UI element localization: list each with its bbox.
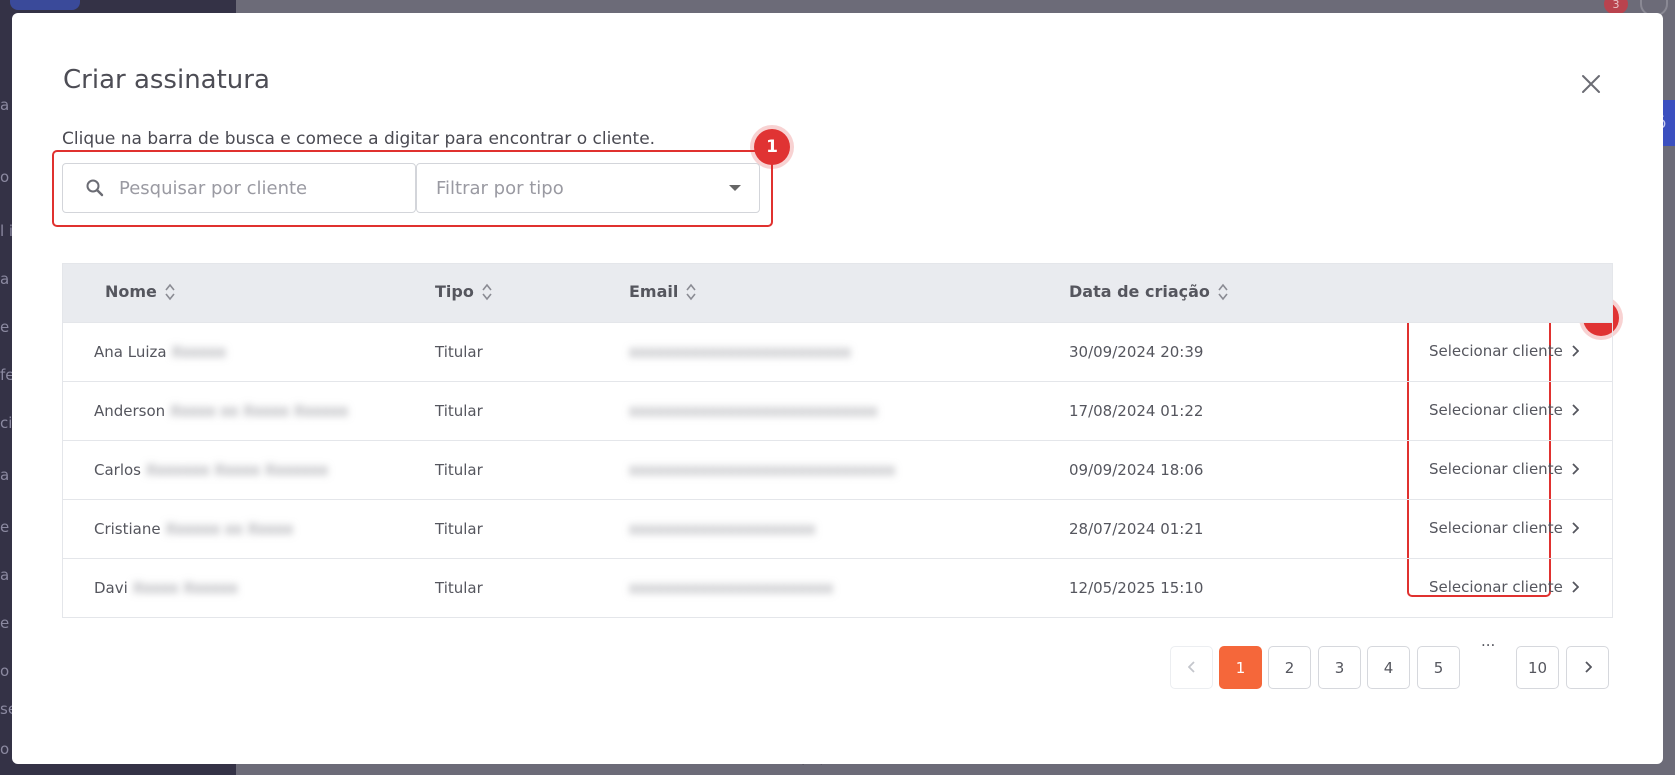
chevron-right-icon — [1572, 345, 1579, 357]
chevron-right-icon — [1572, 581, 1579, 593]
client-created-date: 30/09/2024 20:39 — [1069, 343, 1204, 361]
type-filter-placeholder: Filtrar por tipo — [436, 178, 564, 199]
background-sidebar-fragment: a — [0, 466, 10, 484]
select-client-link[interactable]: Selecionar cliente — [1429, 519, 1579, 537]
column-header-name[interactable]: Nome — [105, 282, 175, 301]
client-type: Titular — [435, 461, 483, 479]
caret-down-icon — [729, 185, 741, 191]
search-field[interactable] — [62, 163, 416, 213]
chevron-left-icon — [1187, 661, 1195, 673]
page-button-5[interactable]: 5 — [1417, 646, 1460, 689]
close-icon — [1582, 75, 1600, 93]
redacted-surname: Xxxxxx xx Xxxxx — [165, 520, 294, 538]
client-first-name: Cristiane — [94, 520, 161, 538]
redacted-surname: Xxxxxx — [171, 343, 227, 361]
client-created-date: 09/09/2024 18:06 — [1069, 461, 1204, 479]
redacted-email: xxxxxxxxxxxxxxxxxxxxxxxxxxxxxx — [629, 461, 896, 479]
client-name: Ana Luiza Xxxxxx — [94, 343, 226, 361]
table-row: Anderson Xxxxx xx Xxxxx Xxxxxx Titular x… — [63, 381, 1612, 440]
table-row: Davi Xxxxx Xxxxxx Titular xxxxxxxxxxxxxx… — [63, 558, 1612, 617]
chevron-right-icon — [1572, 463, 1579, 475]
page-button-4[interactable]: 4 — [1367, 646, 1410, 689]
modal-title: Criar assinatura — [63, 65, 270, 95]
background-sidebar-fragment: e — [0, 518, 10, 536]
client-name: Cristiane Xxxxxx xx Xxxxx — [94, 520, 293, 538]
previous-page-button[interactable] — [1170, 646, 1213, 689]
table-header: Nome Tipo Email Data de criação — [63, 264, 1612, 322]
select-client-label: Selecionar cliente — [1429, 519, 1563, 537]
select-client-link[interactable]: Selecionar cliente — [1429, 342, 1579, 360]
sort-icon — [686, 283, 696, 300]
page-button-1[interactable]: 1 — [1219, 646, 1262, 689]
column-header-label: Nome — [105, 282, 157, 301]
background-sidebar-fragment: o — [0, 662, 10, 680]
pagination-ellipsis: ... — [1481, 632, 1496, 650]
chevron-right-icon — [1572, 404, 1579, 416]
background-sidebar-fragment: ci — [0, 414, 13, 432]
background-sidebar-fragment: a — [0, 270, 10, 288]
redacted-email: xxxxxxxxxxxxxxxxxxxxxxxxxxxx — [629, 402, 878, 420]
background-sidebar-fragment: a — [0, 96, 10, 114]
sort-icon — [1218, 283, 1228, 300]
instruction-text: Clique na barra de busca e comece a digi… — [62, 129, 656, 149]
column-header-created[interactable]: Data de criação — [1069, 282, 1228, 301]
column-header-label: Email — [629, 282, 679, 301]
table-row: Cristiane Xxxxxx xx Xxxxx Titular xxxxxx… — [63, 499, 1612, 558]
column-header-email[interactable]: Email — [629, 282, 696, 301]
client-name: Carlos Xxxxxxx Xxxxx Xxxxxxx — [94, 461, 328, 479]
page-button-3[interactable]: 3 — [1318, 646, 1361, 689]
client-created-date: 12/05/2025 15:10 — [1069, 579, 1204, 597]
column-header-type[interactable]: Tipo — [435, 282, 492, 301]
page-button-last[interactable]: 10 — [1516, 646, 1559, 689]
create-subscription-modal: Criar assinatura Clique na barra de busc… — [12, 13, 1663, 764]
table-row: Carlos Xxxxxxx Xxxxx Xxxxxxx Titular xxx… — [63, 440, 1612, 499]
background-sidebar-fragment: a — [0, 566, 10, 584]
client-first-name: Ana Luiza — [94, 343, 167, 361]
client-name: Davi Xxxxx Xxxxxx — [94, 579, 238, 597]
callout-badge: 1 — [754, 129, 790, 165]
search-input[interactable] — [117, 176, 391, 200]
background-sidebar-fragment: o — [0, 168, 10, 186]
client-created-date: 17/08/2024 01:22 — [1069, 402, 1204, 420]
client-type: Titular — [435, 520, 483, 538]
chevron-right-icon — [1584, 661, 1592, 673]
redacted-email: xxxxxxxxxxxxxxxxxxxxxxx — [629, 579, 834, 597]
redacted-email: xxxxxxxxxxxxxxxxxxxxx — [629, 520, 816, 538]
client-created-date: 28/07/2024 01:21 — [1069, 520, 1204, 538]
client-type: Titular — [435, 579, 483, 597]
table-row: Ana Luiza Xxxxxx Titular xxxxxxxxxxxxxxx… — [63, 322, 1612, 381]
select-client-label: Selecionar cliente — [1429, 460, 1563, 478]
next-page-button[interactable] — [1566, 646, 1609, 689]
column-header-label: Tipo — [435, 282, 474, 301]
column-header-label: Data de criação — [1069, 282, 1210, 301]
select-client-link[interactable]: Selecionar cliente — [1429, 460, 1579, 478]
sort-icon — [165, 283, 175, 300]
background-sidebar-fragment: o — [0, 740, 10, 758]
select-client-link[interactable]: Selecionar cliente — [1429, 401, 1579, 419]
sort-icon — [482, 283, 492, 300]
redacted-surname: Xxxxx xx Xxxxx Xxxxxx — [169, 402, 349, 420]
redacted-surname: Xxxxxxx Xxxxx Xxxxxxx — [145, 461, 329, 479]
redacted-surname: Xxxxx Xxxxxx — [132, 579, 238, 597]
client-name: Anderson Xxxxx xx Xxxxx Xxxxxx — [94, 402, 348, 420]
background-logo — [10, 0, 80, 10]
client-type: Titular — [435, 402, 483, 420]
background-sidebar-fragment: e — [0, 614, 10, 632]
select-client-label: Selecionar cliente — [1429, 578, 1563, 596]
search-icon — [86, 179, 104, 197]
client-first-name: Carlos — [94, 461, 141, 479]
client-first-name: Anderson — [94, 402, 166, 420]
page-button-2[interactable]: 2 — [1268, 646, 1311, 689]
chevron-right-icon — [1572, 522, 1579, 534]
select-client-label: Selecionar cliente — [1429, 401, 1563, 419]
background-sidebar-fragment: e — [0, 318, 10, 336]
select-client-label: Selecionar cliente — [1429, 342, 1563, 360]
close-button[interactable] — [1575, 68, 1607, 100]
select-client-link[interactable]: Selecionar cliente — [1429, 578, 1579, 596]
type-filter-select[interactable]: Filtrar por tipo — [416, 163, 760, 213]
redacted-email: xxxxxxxxxxxxxxxxxxxxxxxxx — [629, 343, 851, 361]
client-first-name: Davi — [94, 579, 128, 597]
clients-table: Nome Tipo Email Data de criação Ana Luiz… — [62, 263, 1613, 618]
client-type: Titular — [435, 343, 483, 361]
